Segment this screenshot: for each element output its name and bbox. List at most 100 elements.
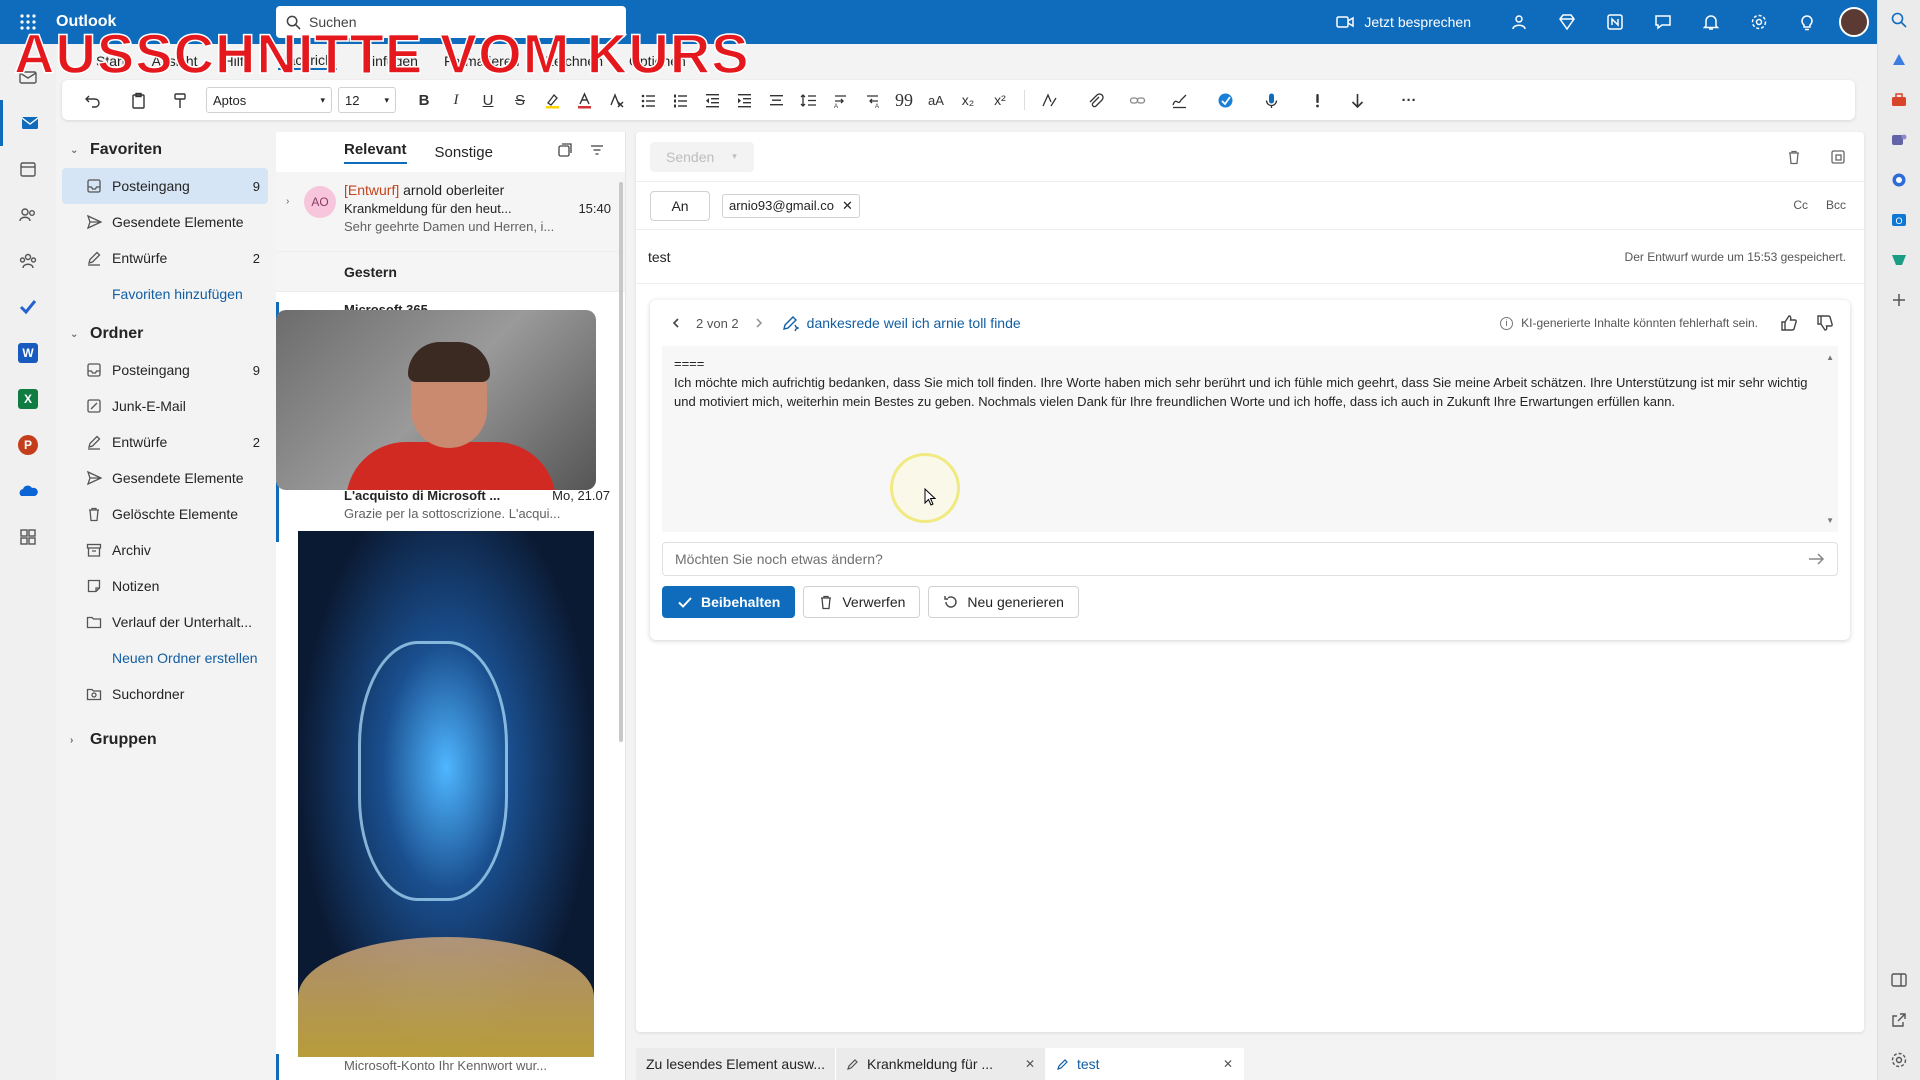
add-app-icon[interactable] [1878, 280, 1920, 320]
folder-drafts[interactable]: Entwürfe 2 [62, 424, 268, 460]
font-color-icon[interactable] [568, 84, 600, 116]
outlook-icon[interactable]: O [1878, 200, 1920, 240]
quote-icon[interactable]: 99 [888, 84, 920, 116]
onedrive-icon[interactable] [0, 468, 56, 514]
chevron-right-icon[interactable] [753, 317, 765, 329]
italic-icon[interactable]: I [440, 84, 472, 116]
side-panel-icon[interactable] [1878, 960, 1920, 1000]
filter-icon[interactable] [589, 142, 605, 158]
tab-other[interactable]: Sonstige [435, 144, 493, 161]
to-button[interactable]: An [650, 190, 710, 221]
user-avatar[interactable] [1839, 7, 1869, 37]
bell-icon[interactable] [1687, 0, 1735, 44]
rtl-icon[interactable]: A [856, 84, 888, 116]
folder-search[interactable]: Suchordner [62, 676, 268, 712]
feedback-icon[interactable] [1639, 0, 1687, 44]
regenerate-button[interactable]: Neu generieren [928, 586, 1079, 618]
open-external-icon[interactable] [1878, 1000, 1920, 1040]
add-favorite-link[interactable]: Favoriten hinzufügen [62, 276, 268, 312]
attach-icon[interactable] [1079, 84, 1111, 116]
bookings-icon[interactable] [1878, 240, 1920, 280]
cc-button[interactable]: Cc [1793, 198, 1808, 212]
calendar-icon[interactable] [0, 146, 56, 192]
settings-icon[interactable] [1878, 1040, 1920, 1080]
tab-sick-note-draft[interactable]: Krankmeldung für ... ✕ [836, 1048, 1046, 1080]
lightbulb-icon[interactable] [1783, 0, 1831, 44]
pop-out-icon[interactable] [1830, 149, 1846, 165]
align-icon[interactable] [760, 84, 792, 116]
folder-deleted[interactable]: Gelöschte Elemente [62, 496, 268, 532]
mail-icon[interactable] [0, 100, 56, 146]
message-item[interactable]: Microsoft-Konto Ihr Kennwort wur... [276, 1054, 626, 1080]
clipboard-icon[interactable] [122, 84, 154, 116]
favorites-header[interactable]: ⌄ Favoriten [62, 132, 268, 168]
send-button[interactable]: Senden ▾ [650, 141, 754, 172]
onenote-feed-icon[interactable] [1591, 0, 1639, 44]
link-icon[interactable] [1121, 84, 1153, 116]
favorite-inbox[interactable]: Posteingang 9 [62, 168, 268, 204]
teams-icon[interactable] [1495, 0, 1543, 44]
folder-inbox[interactable]: Posteingang 9 [62, 352, 268, 388]
superscript-icon[interactable]: x² [984, 84, 1016, 116]
undo-icon[interactable] [76, 84, 108, 116]
decrease-indent-icon[interactable] [696, 84, 728, 116]
dictate-icon[interactable] [1255, 84, 1287, 116]
folder-archive[interactable]: Archiv [62, 532, 268, 568]
word-icon[interactable]: W [0, 330, 56, 376]
viva-icon[interactable] [1878, 160, 1920, 200]
folder-junk[interactable]: Junk-E-Mail [62, 388, 268, 424]
refine-input[interactable]: Möchten Sie noch etwas ändern? [662, 542, 1838, 576]
excel-icon[interactable]: X [0, 376, 56, 422]
scroll-down-icon[interactable]: ▼ [1826, 511, 1834, 530]
select-icon[interactable] [557, 142, 573, 158]
keep-button[interactable]: Beibehalten [662, 586, 796, 618]
chevron-right-icon[interactable]: › [286, 196, 289, 207]
todo-icon[interactable] [0, 284, 56, 330]
generated-text[interactable]: ▲ ==== Ich möchte mich aufrichtig bedank… [662, 346, 1838, 532]
folders-header[interactable]: ⌄ Ordner [62, 316, 268, 352]
importance-high-icon[interactable] [1301, 84, 1333, 116]
meet-now-button[interactable]: Jetzt besprechen [1336, 13, 1471, 31]
ltr-icon[interactable]: A [824, 84, 856, 116]
folder-notes[interactable]: Notizen [62, 568, 268, 604]
folder-sent[interactable]: Gesendete Elemente [62, 460, 268, 496]
premium-diamond-icon[interactable] [1543, 0, 1591, 44]
copilot-icon[interactable] [1878, 40, 1920, 80]
strikethrough-icon[interactable]: S [504, 84, 536, 116]
favorite-drafts[interactable]: Entwürfe 2 [62, 240, 268, 276]
teams-app-icon[interactable] [1878, 120, 1920, 160]
tab-focused[interactable]: Relevant [344, 141, 407, 164]
format-painter-icon[interactable] [164, 84, 196, 116]
font-family-select[interactable]: Aptos ▾ [206, 87, 332, 113]
gear-icon[interactable] [1735, 0, 1783, 44]
message-list-scrollbar[interactable] [619, 182, 623, 742]
change-case-icon[interactable]: aA [920, 84, 952, 116]
signature-icon[interactable] [1163, 84, 1195, 116]
discard-button[interactable]: Verwerfen [803, 586, 921, 618]
bcc-button[interactable]: Bcc [1826, 198, 1846, 212]
favorite-sent[interactable]: Gesendete Elemente [62, 204, 268, 240]
clear-format-icon[interactable] [600, 84, 632, 116]
underline-icon[interactable]: U [472, 84, 504, 116]
close-icon[interactable]: ✕ [842, 198, 853, 214]
importance-low-icon[interactable] [1341, 84, 1373, 116]
powerpoint-icon[interactable]: P [0, 422, 56, 468]
toolbox-icon[interactable] [1878, 80, 1920, 120]
thumbs-down-icon[interactable] [1816, 314, 1834, 332]
scroll-up-icon[interactable]: ▲ [1826, 348, 1834, 367]
folder-conversation-history[interactable]: Verlauf der Unterhalt... [62, 604, 268, 640]
new-folder-link[interactable]: Neuen Ordner erstellen [62, 640, 268, 676]
line-spacing-icon[interactable] [792, 84, 824, 116]
message-item-draft[interactable]: › AO [Entwurf] arnold oberleiter Krankme… [276, 172, 625, 252]
close-icon[interactable]: ✕ [1223, 1057, 1233, 1071]
increase-indent-icon[interactable] [728, 84, 760, 116]
search-icon[interactable] [1878, 0, 1920, 40]
more-apps-icon[interactable] [0, 514, 56, 560]
subscript-icon[interactable]: x₂ [952, 84, 984, 116]
tab-select-item[interactable]: Zu lesendes Element ausw... [636, 1048, 836, 1080]
close-icon[interactable]: ✕ [1025, 1057, 1035, 1071]
styles-icon[interactable] [1033, 84, 1065, 116]
more-options-icon[interactable]: ··· [1393, 84, 1425, 116]
thumbs-up-icon[interactable] [1780, 314, 1798, 332]
highlight-icon[interactable] [536, 84, 568, 116]
